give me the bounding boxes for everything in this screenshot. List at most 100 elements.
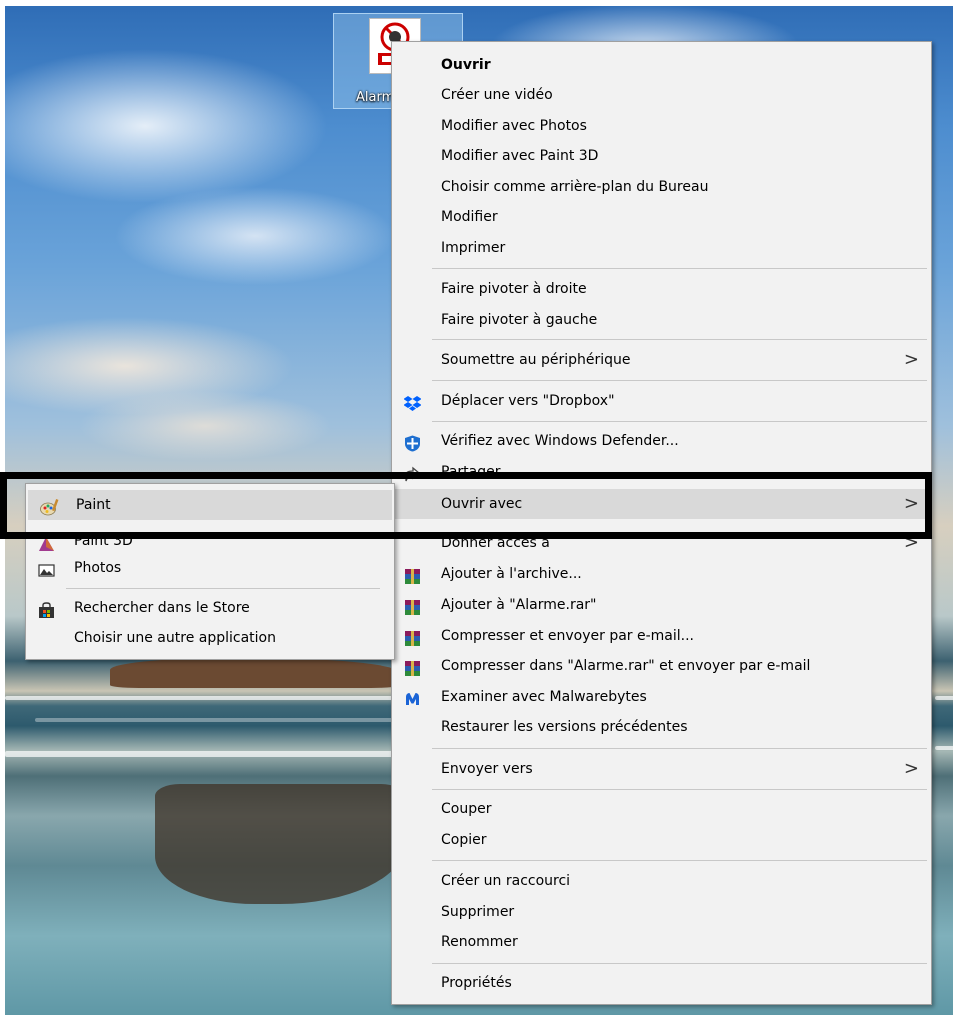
wave-line	[935, 746, 953, 750]
chevron-right-icon: >	[903, 758, 919, 779]
menu-item-label: Donner accès à	[441, 535, 550, 551]
windows-defender-icon	[404, 433, 421, 452]
menu-item-compresser-email[interactable]: Compresser et envoyer par e-mail...	[392, 621, 931, 651]
menu-item-arriere-plan[interactable]: Choisir comme arrière-plan du Bureau	[392, 172, 931, 202]
menu-separator	[432, 421, 927, 422]
menu-item-label: Modifier avec Paint 3D	[441, 148, 599, 164]
menu-item-label: Déplacer vers "Dropbox"	[441, 393, 615, 409]
menu-item-label: Faire pivoter à droite	[441, 281, 587, 297]
winrar-icon	[404, 566, 421, 584]
menu-separator	[432, 748, 927, 749]
winrar-icon	[404, 597, 421, 615]
submenu-item-store[interactable]: Rechercher dans le Store	[26, 593, 394, 623]
menu-separator	[432, 268, 927, 269]
winrar-icon	[404, 628, 421, 646]
menu-item-label: Restaurer les versions précédentes	[441, 719, 688, 735]
menu-item-raccourci[interactable]: Créer un raccourci	[392, 866, 931, 896]
menu-item-couper[interactable]: Couper	[392, 794, 931, 824]
menu-item-partager[interactable]: Partager	[392, 457, 931, 487]
menu-item-pivoter-droite[interactable]: Faire pivoter à droite	[392, 274, 931, 304]
paint-icon	[40, 497, 59, 516]
store-bag-icon	[38, 600, 55, 618]
menu-item-pivoter-gauche[interactable]: Faire pivoter à gauche	[392, 305, 931, 335]
menu-item-label: Supprimer	[441, 904, 515, 920]
menu-item-label: Compresser dans "Alarme.rar" et envoyer …	[441, 658, 811, 674]
menu-item-label: Partager	[441, 464, 501, 480]
rock-reflection	[155, 784, 405, 904]
menu-item-dropbox[interactable]: Déplacer vers "Dropbox"	[392, 386, 931, 416]
share-icon	[404, 464, 421, 482]
menu-item-label: Compresser et envoyer par e-mail...	[441, 628, 695, 644]
submenu-item-paint[interactable]: Paint	[28, 490, 392, 520]
menu-separator	[432, 963, 927, 964]
menu-item-donner-acces[interactable]: Donner accès à >	[392, 528, 931, 558]
paint-3d-icon	[38, 533, 55, 551]
menu-item-label: Couper	[441, 801, 492, 817]
menu-item-malwarebytes[interactable]: Examiner avec Malwarebytes	[392, 682, 931, 712]
submenu-item-paint3d[interactable]: Paint 3D	[26, 526, 394, 556]
menu-item-label: Vérifiez avec Windows Defender...	[441, 433, 679, 449]
menu-separator	[66, 588, 380, 589]
menu-item-label: Ouvrir	[441, 57, 491, 73]
menu-item-label: Renommer	[441, 934, 518, 950]
wave-line	[5, 696, 395, 700]
menu-item-proprietes[interactable]: Propriétés	[392, 968, 931, 998]
malwarebytes-icon	[404, 689, 421, 706]
open-with-submenu: Paint Paint 3D Photos Rechercher dans le…	[25, 483, 395, 660]
menu-item-label: Paint 3D	[74, 533, 133, 549]
chevron-right-icon: >	[903, 532, 919, 553]
menu-item-modifier-photos[interactable]: Modifier avec Photos	[392, 111, 931, 141]
menu-item-envoyer-vers[interactable]: Envoyer vers >	[392, 754, 931, 784]
wave-line	[5, 751, 395, 757]
submenu-item-photos[interactable]: Photos	[26, 553, 394, 583]
menu-item-label: Ouvrir avec	[441, 496, 523, 512]
menu-item-label: Faire pivoter à gauche	[441, 312, 598, 328]
menu-item-restaurer[interactable]: Restaurer les versions précédentes	[392, 712, 931, 742]
menu-item-label: Rechercher dans le Store	[74, 600, 250, 616]
menu-item-label: Créer une vidéo	[441, 87, 553, 103]
menu-item-label: Copier	[441, 832, 487, 848]
menu-item-ouvrir[interactable]: Ouvrir	[392, 50, 931, 80]
winrar-icon	[404, 658, 421, 676]
context-menu: Ouvrir Créer une vidéo Modifier avec Pho…	[391, 41, 932, 1005]
chevron-right-icon: >	[903, 493, 919, 514]
submenu-item-autre-app[interactable]: Choisir une autre application	[26, 623, 394, 653]
dropbox-icon	[403, 393, 422, 411]
menu-item-ouvrir-avec[interactable]: Ouvrir avec >	[392, 489, 931, 519]
menu-item-label: Ajouter à l'archive...	[441, 566, 582, 582]
menu-item-ajouter-rar[interactable]: Ajouter à "Alarme.rar"	[392, 590, 931, 620]
menu-item-label: Soumettre au périphérique	[441, 352, 631, 368]
menu-item-copier[interactable]: Copier	[392, 825, 931, 855]
menu-item-label: Photos	[74, 560, 122, 576]
menu-item-label: Envoyer vers	[441, 761, 533, 777]
menu-item-modifier[interactable]: Modifier	[392, 202, 931, 232]
menu-item-label: Choisir une autre application	[74, 630, 276, 646]
menu-item-label: Propriétés	[441, 975, 512, 991]
menu-item-defender[interactable]: Vérifiez avec Windows Defender...	[392, 426, 931, 456]
menu-item-label: Choisir comme arrière-plan du Bureau	[441, 179, 709, 195]
menu-separator	[432, 339, 927, 340]
chevron-right-icon: >	[903, 349, 919, 370]
desktop-file-label: Alarm	[356, 90, 395, 105]
menu-item-compresser-rar-email[interactable]: Compresser dans "Alarme.rar" et envoyer …	[392, 651, 931, 681]
menu-item-label: Créer un raccourci	[441, 873, 571, 889]
menu-item-ajouter-archive[interactable]: Ajouter à l'archive...	[392, 559, 931, 589]
menu-item-imprimer[interactable]: Imprimer	[392, 233, 931, 263]
menu-item-soumettre[interactable]: Soumettre au périphérique >	[392, 345, 931, 375]
rock-formation	[110, 658, 400, 688]
menu-item-modifier-paint3d[interactable]: Modifier avec Paint 3D	[392, 141, 931, 171]
menu-item-label: Paint	[76, 497, 111, 513]
menu-item-supprimer[interactable]: Supprimer	[392, 897, 931, 927]
menu-item-label: Imprimer	[441, 240, 506, 256]
photos-icon	[38, 560, 55, 577]
menu-item-creer-video[interactable]: Créer une vidéo	[392, 80, 931, 110]
menu-item-label: Examiner avec Malwarebytes	[441, 689, 647, 705]
menu-item-label: Modifier avec Photos	[441, 118, 587, 134]
menu-separator	[432, 380, 927, 381]
menu-item-label: Modifier	[441, 209, 498, 225]
menu-item-renommer[interactable]: Renommer	[392, 927, 931, 957]
wave-line	[935, 696, 953, 700]
menu-separator	[432, 789, 927, 790]
menu-separator	[432, 860, 927, 861]
wave-line	[35, 718, 395, 722]
